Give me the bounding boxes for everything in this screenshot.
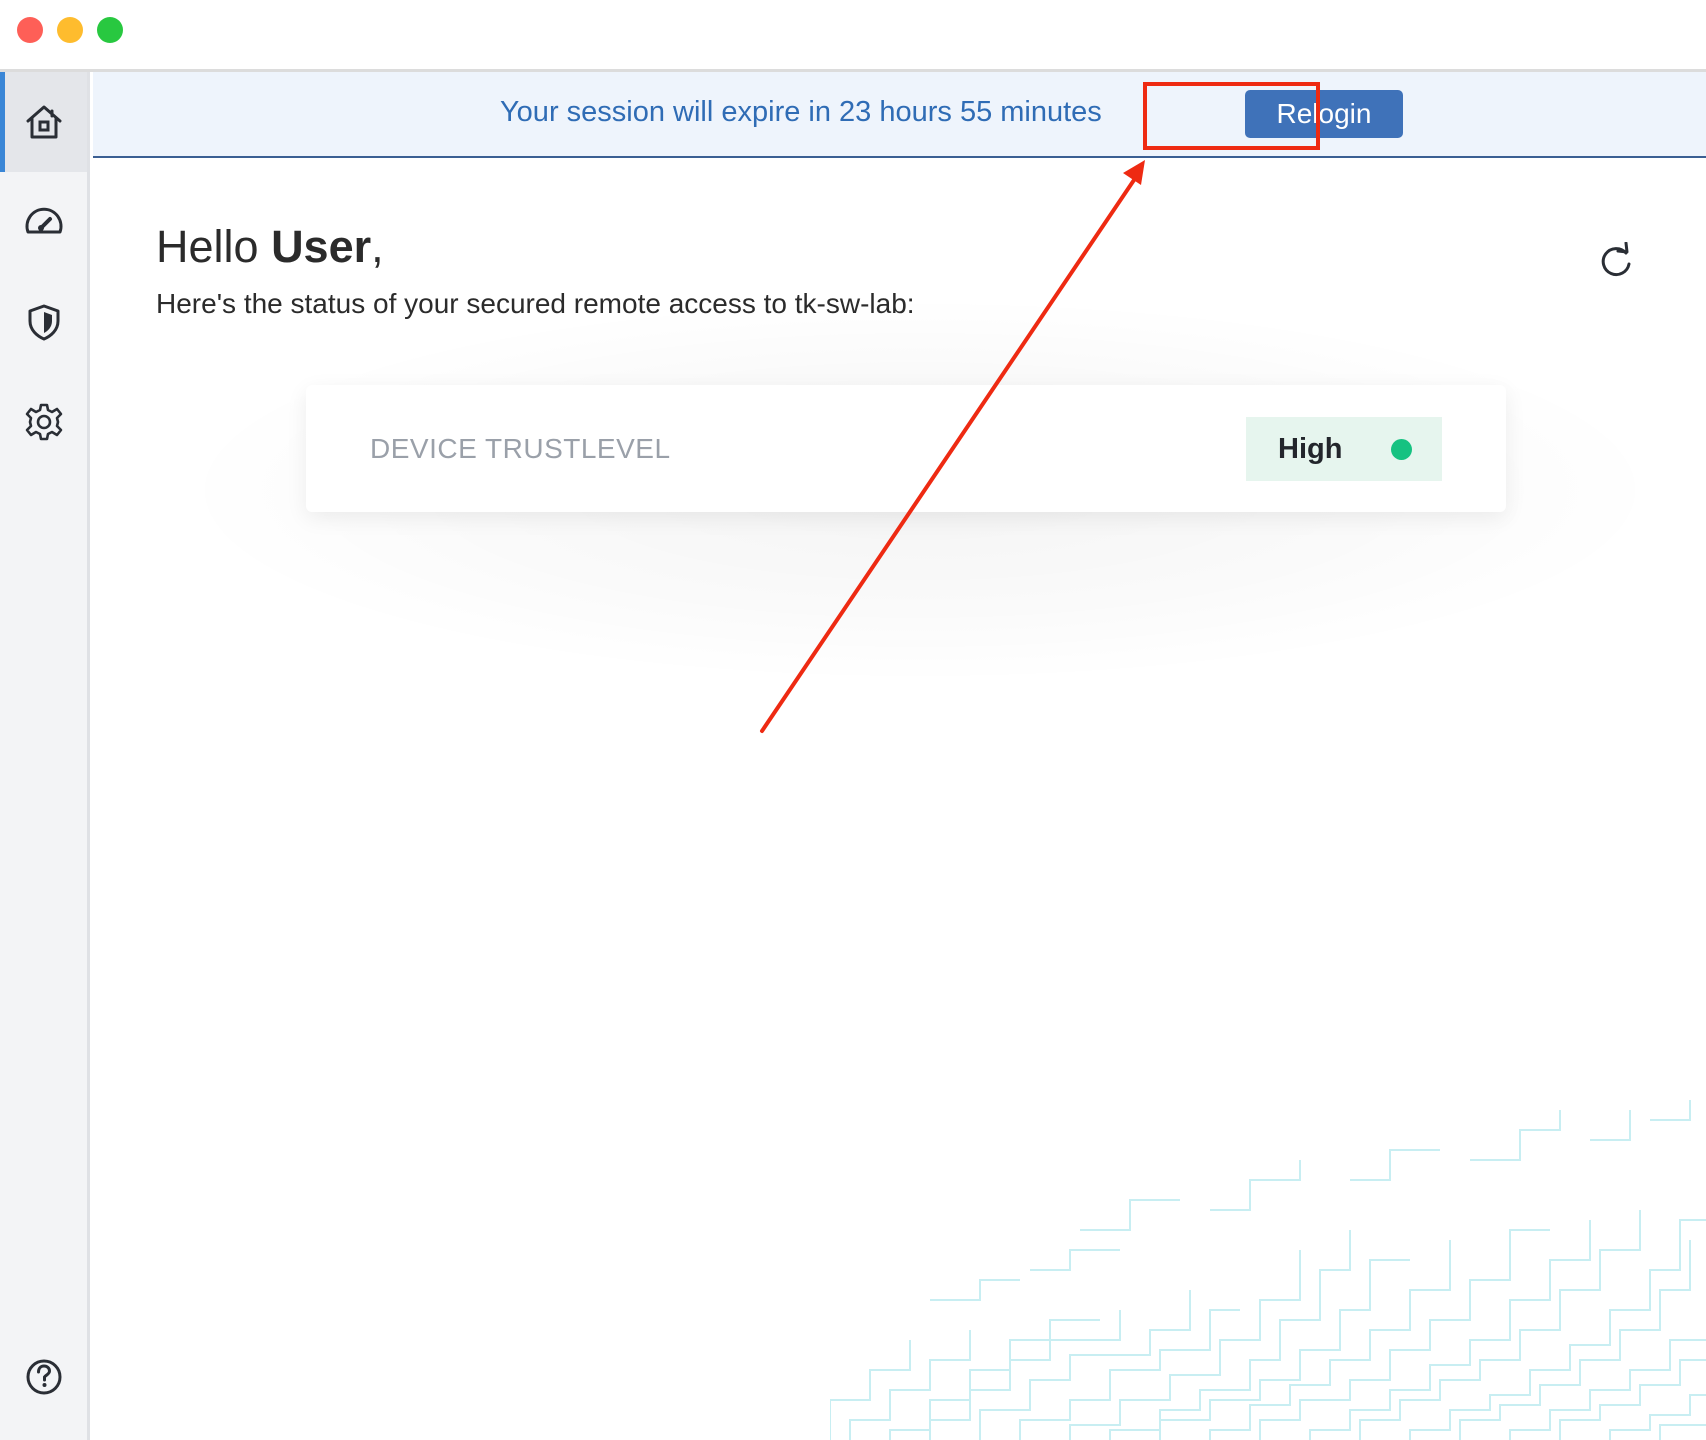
trust-level-value: High [1278, 433, 1343, 465]
sidebar-item-security[interactable] [0, 272, 87, 372]
refresh-icon [1601, 241, 1631, 277]
maximize-window-button[interactable] [97, 17, 123, 43]
minimize-window-button[interactable] [57, 17, 83, 43]
maze-pattern-decoration [830, 1100, 1706, 1440]
close-window-button[interactable] [17, 17, 43, 43]
annotation-arrow [760, 160, 1145, 733]
session-expiry-text: Your session will expire in 23 hours 55 … [500, 96, 1102, 128]
help-icon [26, 1359, 61, 1395]
sidebar-item-dashboard[interactable] [0, 172, 87, 272]
sidebar-item-home[interactable] [0, 72, 87, 172]
device-trustlevel-label: DEVICE TRUSTLEVEL [370, 433, 671, 464]
greeting-suffix: , [371, 221, 384, 272]
refresh-button[interactable] [1596, 241, 1636, 282]
speedometer-icon [25, 207, 62, 234]
sidebar-item-settings[interactable] [0, 372, 87, 472]
shield-icon [28, 304, 59, 341]
trust-status-dot [1391, 439, 1412, 460]
relogin-button[interactable]: Relogin [1245, 90, 1403, 138]
greeting-prefix: Hello [156, 221, 272, 272]
window-title-bar [0, 0, 1706, 72]
home-icon [26, 105, 61, 139]
device-trust-card: DEVICE TRUSTLEVEL High [306, 385, 1506, 512]
help-button[interactable] [0, 1342, 87, 1412]
sidebar [0, 72, 90, 1440]
access-status-text: Here's the status of your secured remote… [156, 288, 915, 319]
greeting-heading: Hello User, [156, 221, 384, 273]
user-name: User [271, 221, 372, 272]
gear-icon [25, 403, 62, 441]
trust-level-badge: High [1246, 417, 1442, 481]
session-banner: Your session will expire in 23 hours 55 … [93, 72, 1706, 158]
